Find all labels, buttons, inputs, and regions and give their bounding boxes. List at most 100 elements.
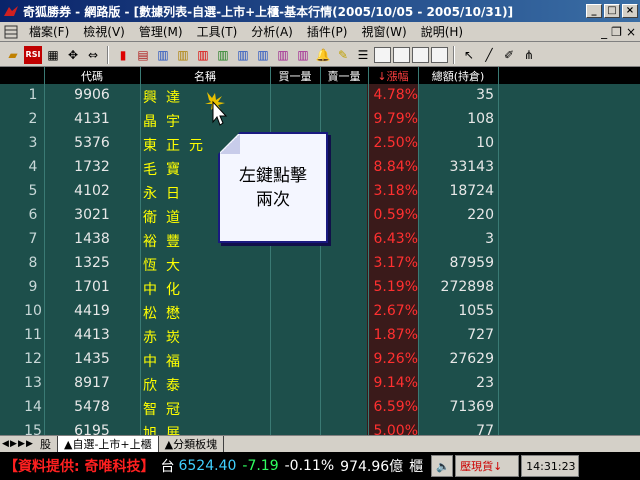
open-folder-icon[interactable]: ▰: [4, 46, 22, 64]
header-buy-qty[interactable]: 買一量: [270, 68, 320, 84]
change-pct: 0.59%: [373, 207, 418, 223]
menu-analysis[interactable]: 分析(A): [244, 23, 300, 40]
menu-tools[interactable]: 工具(T): [190, 23, 245, 40]
table-row[interactable]: 8 1325 恆大 3.17% 87959: [0, 252, 498, 276]
chart-icon-5[interactable]: ▥: [234, 46, 252, 64]
total-value: 10: [476, 135, 494, 151]
total-value: 71369: [449, 399, 494, 415]
arrows-icon[interactable]: ⇔: [84, 46, 102, 64]
speaker-icon[interactable]: 🔈: [431, 455, 454, 477]
chart-icon-3[interactable]: ▥: [194, 46, 212, 64]
change-pct: 6.43%: [373, 231, 418, 247]
mdi-close-icon[interactable]: ×: [626, 25, 636, 39]
table-row[interactable]: 1 9906 興達 4.78% 35: [0, 84, 498, 108]
table-row[interactable]: 9 1701 中化 5.19% 272898: [0, 276, 498, 300]
chart-icon-4[interactable]: ▥: [214, 46, 232, 64]
tab-stocks[interactable]: 股: [34, 436, 58, 452]
total-value: 1055: [458, 303, 494, 319]
window-layout-1-icon[interactable]: [374, 46, 391, 63]
stock-code: 1438: [74, 231, 110, 247]
line-tool-icon[interactable]: ╱: [480, 46, 498, 64]
title-bar: 奇狐勝券 - 網路版 - [數據列表-自選-上市+上櫃-基本行情(2005/10…: [0, 0, 640, 22]
total-value: 33143: [449, 159, 494, 175]
list-icon[interactable]: ☰: [354, 46, 372, 64]
total-value: 87959: [449, 255, 494, 271]
index-value: 6524.40: [178, 458, 237, 474]
header-total-value[interactable]: 總額(持倉): [418, 68, 498, 84]
chart-icon-1[interactable]: ▥: [154, 46, 172, 64]
header-sell-qty[interactable]: 賣一量: [320, 68, 368, 84]
window-layout-2-icon[interactable]: [393, 46, 410, 63]
window-title: 奇狐勝券 - 網路版 - [數據列表-自選-上市+上櫃-基本行情(2005/10…: [23, 4, 514, 19]
header-change-pct[interactable]: ↓漲幅: [368, 68, 418, 84]
close-button[interactable]: ×: [622, 4, 638, 18]
menu-window[interactable]: 視窗(W): [354, 23, 413, 40]
tab-prev-icon[interactable]: ▶: [10, 439, 18, 449]
total-value: 23: [476, 375, 494, 391]
table-row[interactable]: 13 8917 欣泰 9.14% 23: [0, 372, 498, 396]
crosshair-icon[interactable]: ⋔: [520, 46, 538, 64]
window-layout-3-icon[interactable]: [412, 46, 429, 63]
chart-icon-8[interactable]: ▥: [294, 46, 312, 64]
change-pct: 5.19%: [373, 279, 418, 295]
rsi-button[interactable]: RSI: [24, 45, 42, 64]
change-pct: 9.26%: [373, 351, 418, 367]
change-pct: 3.17%: [373, 255, 418, 271]
alarm-bell-icon[interactable]: 🔔: [314, 46, 332, 64]
table-row[interactable]: 11 4413 赤崁 1.87% 727: [0, 324, 498, 348]
pointer-icon[interactable]: ↖: [460, 46, 478, 64]
col-divider: [498, 67, 499, 435]
move-icon[interactable]: ✥: [64, 46, 82, 64]
tab-next-icon[interactable]: ▶: [18, 439, 26, 449]
draw-pen-icon[interactable]: ✎: [334, 46, 352, 64]
draw-tool-icon[interactable]: ✐: [500, 46, 518, 64]
stock-code: 4413: [74, 327, 110, 343]
chart-icon-7[interactable]: ▥: [274, 46, 292, 64]
total-value: 3: [485, 231, 494, 247]
grid-icon[interactable]: ▦: [44, 46, 62, 64]
mouse-pointer-icon: [205, 92, 228, 126]
index-change-pct: -0.11%: [284, 458, 335, 474]
menu-manage[interactable]: 管理(M): [132, 23, 190, 40]
table-row[interactable]: 12 1435 中福 9.26% 27629: [0, 348, 498, 372]
chart-icon-2[interactable]: ▥: [174, 46, 192, 64]
tab-first-icon[interactable]: ◀: [2, 439, 10, 449]
app-fox-icon: [4, 6, 18, 16]
stock-name: 松懋: [143, 306, 189, 322]
tab-last-icon[interactable]: ▶: [26, 439, 34, 449]
maximize-button[interactable]: □: [604, 4, 620, 18]
total-value: 35: [476, 87, 494, 103]
change-pct: 9.14%: [373, 375, 418, 391]
stock-name: 中福: [143, 354, 189, 370]
stock-name: 中化: [143, 282, 189, 298]
table-row[interactable]: 10 4419 松懋 2.67% 1055: [0, 300, 498, 324]
ticker-label[interactable]: 壓現貨↓: [455, 455, 520, 477]
tab-watchlist[interactable]: ▲自選-上市+上櫃: [58, 436, 159, 452]
grid-menu-icon[interactable]: [4, 24, 18, 40]
chart-icon-6[interactable]: ▥: [254, 46, 272, 64]
stock-name: 欣泰: [143, 378, 189, 394]
clock-time: 14:31:23: [521, 455, 580, 477]
candle-chart-icon[interactable]: ▮: [114, 46, 132, 64]
report-icon[interactable]: ▤: [134, 46, 152, 64]
instruction-callout: 左鍵點擊 兩次: [218, 132, 328, 243]
table-row[interactable]: 2 4131 晶宇 9.79% 108: [0, 108, 498, 132]
otc-label: 櫃: [409, 459, 424, 475]
stock-code: 4131: [74, 111, 110, 127]
mdi-minimize-icon[interactable]: _: [601, 25, 607, 39]
stock-code: 8917: [74, 375, 110, 391]
table-row[interactable]: 14 5478 智冠 6.59% 71369: [0, 396, 498, 420]
window-layout-4-icon[interactable]: [431, 46, 448, 63]
mdi-restore-icon[interactable]: ❐: [611, 25, 622, 39]
header-code[interactable]: 代碼: [44, 68, 140, 84]
total-value: 27629: [449, 351, 494, 367]
tab-sector[interactable]: ▲分類板塊: [159, 436, 225, 452]
change-pct: 9.79%: [373, 111, 418, 127]
minimize-button[interactable]: _: [586, 4, 602, 18]
menu-view[interactable]: 檢視(V): [76, 23, 132, 40]
menu-file[interactable]: 檔案(F): [22, 23, 76, 40]
menu-help[interactable]: 說明(H): [414, 23, 470, 40]
header-name[interactable]: 名稱: [140, 68, 270, 84]
menu-plugins[interactable]: 插件(P): [300, 23, 355, 40]
change-pct: 2.50%: [373, 135, 418, 151]
